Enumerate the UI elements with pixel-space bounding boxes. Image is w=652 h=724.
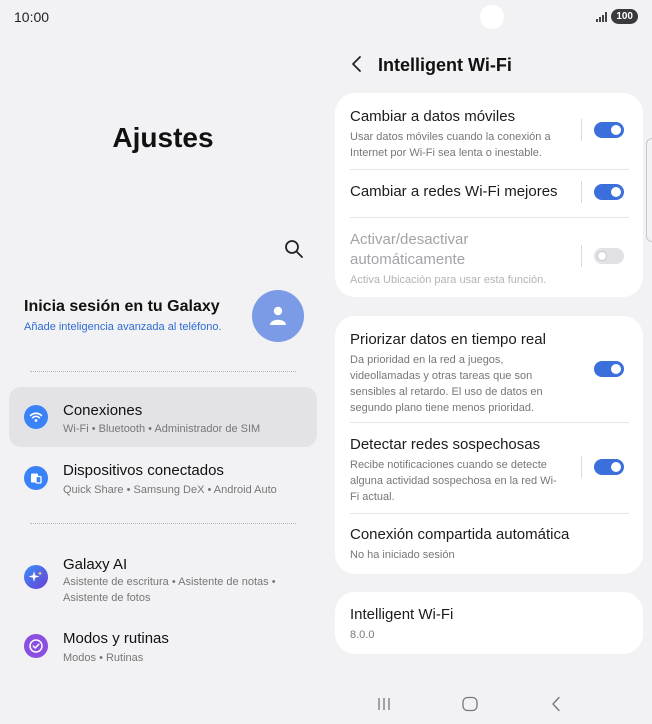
setting-description: Usar datos móviles cuando la conexión a …: [350, 131, 551, 159]
menu-item-title: Modos y rutinas: [63, 630, 169, 647]
menu-item-modos-rutinas[interactable]: Modos y rutinas Modos • Rutinas: [9, 620, 317, 672]
setting-description: No ha iniciado sesión: [350, 549, 455, 561]
setting-title: Cambiar a redes Wi-Fi mejores: [350, 183, 558, 200]
settings-card: Priorizar datos en tiempo real Da priori…: [335, 316, 643, 574]
setting-cambiar-datos-moviles[interactable]: Cambiar a datos móviles Usar datos móvil…: [350, 107, 630, 161]
version-label: 8.0.0: [350, 629, 375, 641]
signal-icon: [596, 11, 608, 22]
setting-priorizar-datos[interactable]: Priorizar datos en tiempo real Da priori…: [350, 330, 565, 416]
setting-title: Priorizar datos en tiempo real: [350, 331, 546, 348]
setting-title: Activar/desactivar automáticamente: [350, 231, 469, 268]
search-button[interactable]: [283, 238, 305, 260]
intelligent-wifi-pane: Intelligent Wi-Fi Cambiar a datos móvile…: [326, 34, 652, 724]
toggle-switch[interactable]: [594, 361, 624, 377]
toggle-switch[interactable]: [594, 459, 624, 475]
setting-conexion-compartida[interactable]: Conexión compartida automática No ha ini…: [350, 525, 630, 563]
sparkle-icon: [24, 565, 48, 589]
menu-item-galaxy-ai[interactable]: Galaxy AI Asistente de escritura • Asist…: [9, 540, 317, 606]
scroll-handle[interactable]: [646, 138, 652, 242]
menu-item-subtitle: Quick Share • Samsung DeX • Android Auto: [63, 484, 277, 496]
setting-description: Recibe notificaciones cuando se detecte …: [350, 459, 557, 503]
status-time: 10:00: [14, 9, 50, 25]
account-title: Inicia sesión en tu Galaxy: [24, 298, 220, 315]
divider: [581, 245, 582, 267]
setting-title: Detectar redes sospechosas: [350, 436, 541, 453]
back-button[interactable]: [348, 54, 366, 74]
divider: [581, 119, 582, 141]
about-card[interactable]: Intelligent Wi-Fi 8.0.0: [335, 592, 643, 654]
divider: [30, 371, 296, 372]
toggle-switch[interactable]: [594, 248, 624, 264]
setting-detectar-redes[interactable]: Detectar redes sospechosas Recibe notifi…: [350, 435, 565, 505]
back-icon: [552, 696, 560, 712]
toggle-switch[interactable]: [594, 184, 624, 200]
setting-title: Conexión compartida automática: [350, 526, 570, 543]
page-title: Intelligent Wi-Fi: [378, 55, 512, 75]
settings-card: Cambiar a datos móviles Usar datos móvil…: [335, 93, 643, 297]
setting-description: Activa Ubicación para usar esta función.: [350, 274, 547, 286]
menu-item-subtitle: Asistente de escritura • Asistente de no…: [63, 576, 276, 604]
avatar[interactable]: [252, 290, 304, 342]
search-icon: [285, 240, 303, 258]
divider: [581, 456, 582, 478]
status-bar: 10:00 100: [0, 0, 652, 34]
menu-item-title: Dispositivos conectados: [63, 462, 224, 479]
setting-activar-desactivar[interactable]: Activar/desactivar automáticamente Activ…: [350, 230, 565, 288]
devices-icon: [24, 466, 48, 490]
divider: [350, 422, 629, 423]
status-icons: 100: [596, 9, 638, 24]
about-title: Intelligent Wi-Fi: [350, 606, 454, 623]
menu-item-subtitle: Wi-Fi • Bluetooth • Administrador de SIM: [63, 423, 261, 435]
chevron-left-icon: [352, 56, 361, 72]
home-button[interactable]: [458, 694, 482, 714]
menu-item-dispositivos[interactable]: Dispositivos conectados Quick Share • Sa…: [9, 448, 317, 508]
recents-icon: [378, 698, 390, 710]
menu-item-conexiones[interactable]: Conexiones Wi-Fi • Bluetooth • Administr…: [9, 387, 317, 447]
divider: [350, 169, 629, 170]
account-subtitle: Añade inteligencia avanzada al teléfono.: [24, 321, 222, 333]
setting-description: Da prioridad en la red a juegos, videoll…: [350, 354, 543, 414]
home-icon: [462, 696, 478, 712]
page-title: Ajustes: [112, 122, 214, 153]
setting-title: Cambiar a datos móviles: [350, 108, 516, 125]
camera-cutout: [480, 5, 504, 29]
back-nav-button[interactable]: [544, 694, 568, 714]
setting-cambiar-redes-wifi[interactable]: Cambiar a redes Wi-Fi mejores: [350, 182, 630, 202]
menu-item-subtitle: Modos • Rutinas: [63, 652, 144, 664]
settings-pane: Ajustes Inicia sesión en tu Galaxy Añade…: [0, 34, 326, 724]
toggle-switch[interactable]: [594, 122, 624, 138]
divider: [581, 181, 582, 203]
divider: [350, 513, 629, 514]
battery-icon: 100: [611, 9, 638, 24]
divider: [30, 523, 296, 524]
check-circle-icon: [24, 634, 48, 658]
navigation-bar: [326, 684, 652, 724]
account-signin[interactable]: Inicia sesión en tu Galaxy Añade intelig…: [24, 290, 304, 346]
recents-button[interactable]: [372, 694, 396, 714]
person-icon: [270, 306, 286, 325]
wifi-icon: [24, 405, 48, 429]
menu-item-title: Galaxy AI: [63, 556, 128, 573]
menu-item-title: Conexiones: [63, 402, 143, 419]
divider: [350, 217, 629, 218]
about-intelligent-wifi[interactable]: Intelligent Wi-Fi 8.0.0: [350, 605, 630, 643]
